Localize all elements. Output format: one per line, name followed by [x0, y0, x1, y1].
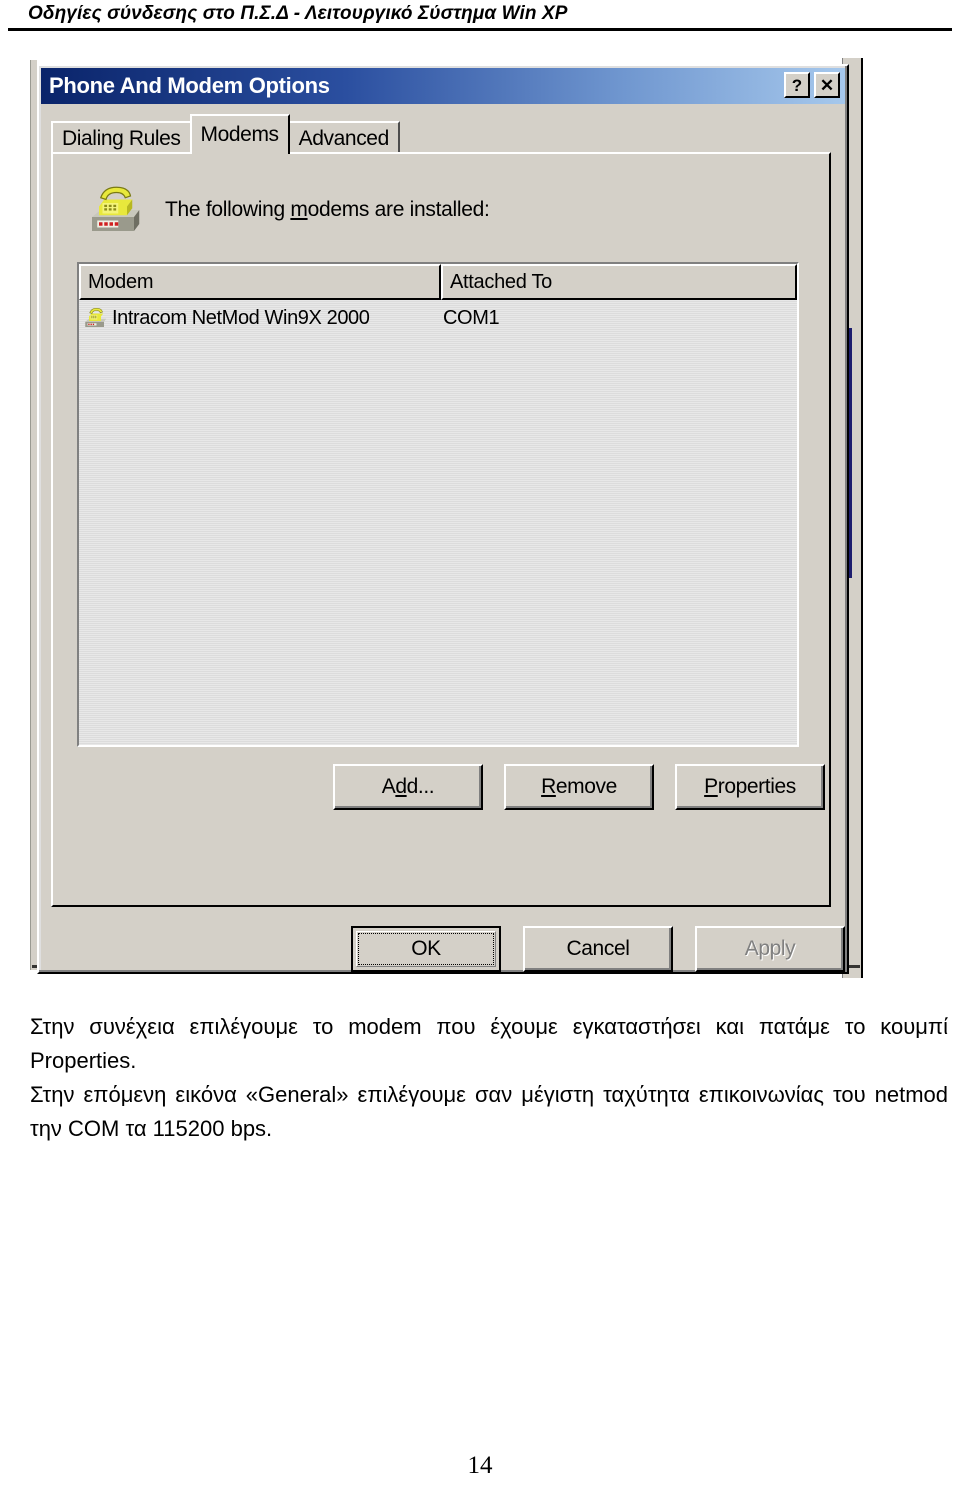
prompt-text-before: The following [165, 198, 291, 221]
ok-button[interactable]: OK [351, 926, 501, 972]
tab-advanced[interactable]: Advanced [287, 121, 400, 154]
embedded-screenshot: Phone And Modem Options ? ✕ Dialing Rule… [30, 50, 863, 985]
listview-body: Intracom NetMod Win9X 2000 COM1 [79, 300, 797, 745]
dialog-title: Phone And Modem Options [49, 73, 330, 98]
modem-telephone-icon [92, 186, 140, 231]
remove-button-accel: R [541, 775, 556, 798]
listview-modem-name: Intracom NetMod Win9X 2000 [112, 306, 370, 329]
prompt-text-after: odems are installed: [307, 198, 490, 221]
dialog-titlebar[interactable]: Phone And Modem Options ? ✕ [41, 68, 845, 104]
paragraph-1: Στην συνέχεια επιλέγουμε το modem που έχ… [30, 1014, 948, 1073]
column-header-modem[interactable]: Modem [79, 264, 441, 300]
table-row[interactable]: Intracom NetMod Win9X 2000 COM1 [79, 300, 797, 336]
prompt-accelerator: m [290, 198, 308, 221]
help-icon[interactable]: ? [784, 72, 810, 98]
modems-listview[interactable]: Modem Attached To Intracom NetMod Win9X … [77, 262, 799, 747]
column-header-attached-to[interactable]: Attached To [441, 264, 797, 300]
add-button-pre: A [381, 775, 396, 798]
properties-button[interactable]: Properties [675, 764, 825, 810]
background-window-left-edge [30, 60, 37, 970]
properties-button-accel: P [704, 775, 718, 798]
phone-and-modem-options-dialog: Phone And Modem Options ? ✕ Dialing Rule… [37, 64, 849, 974]
titlebar-button-group: ? ✕ [784, 72, 840, 98]
cancel-button[interactable]: Cancel [523, 926, 673, 972]
tab-modems[interactable]: Modems [189, 114, 290, 154]
tab-dialing-rules[interactable]: Dialing Rules [51, 121, 192, 154]
ok-button-label: OK [356, 931, 496, 967]
document-header-rule [8, 28, 952, 31]
modem-small-icon [85, 307, 107, 327]
remove-button[interactable]: Remove [504, 764, 654, 810]
modem-action-button-group: Ad d... Remove Properties [333, 764, 825, 810]
listview-attached-to: COM1 [443, 306, 500, 329]
document-header: Οδηγίες σύνδεσης στο Π.Σ.Δ - Λειτουργικό… [0, 0, 960, 32]
close-icon[interactable]: ✕ [814, 72, 840, 98]
document-header-title: Οδηγίες σύνδεσης στο Π.Σ.Δ - Λειτουργικό… [28, 3, 568, 24]
modems-tab-panel: The following modems are installed: Mode… [51, 152, 831, 907]
modems-installed-label: The following modems are installed: [165, 198, 490, 222]
add-button[interactable]: Ad d... [333, 764, 483, 810]
listview-header-row: Modem Attached To [79, 264, 797, 300]
paragraph-2: Στην επόμενη εικόνα «General» επιλέγουμε… [30, 1082, 948, 1141]
listview-cell-modem: Intracom NetMod Win9X 2000 [83, 306, 443, 330]
page-number: 14 [467, 1452, 493, 1479]
remove-button-post: emove [555, 775, 617, 798]
add-button-post: d... [406, 775, 435, 798]
tab-strip: Dialing Rules Modems Advanced [51, 114, 400, 154]
properties-button-post: roperties [717, 775, 797, 798]
body-text-block: Στην συνέχεια επιλέγουμε το modem που έχ… [30, 1010, 948, 1146]
apply-button: Apply [695, 926, 845, 972]
add-button-accel: d [395, 775, 407, 798]
dialog-footer-button-group: OK Cancel Apply [351, 926, 845, 972]
